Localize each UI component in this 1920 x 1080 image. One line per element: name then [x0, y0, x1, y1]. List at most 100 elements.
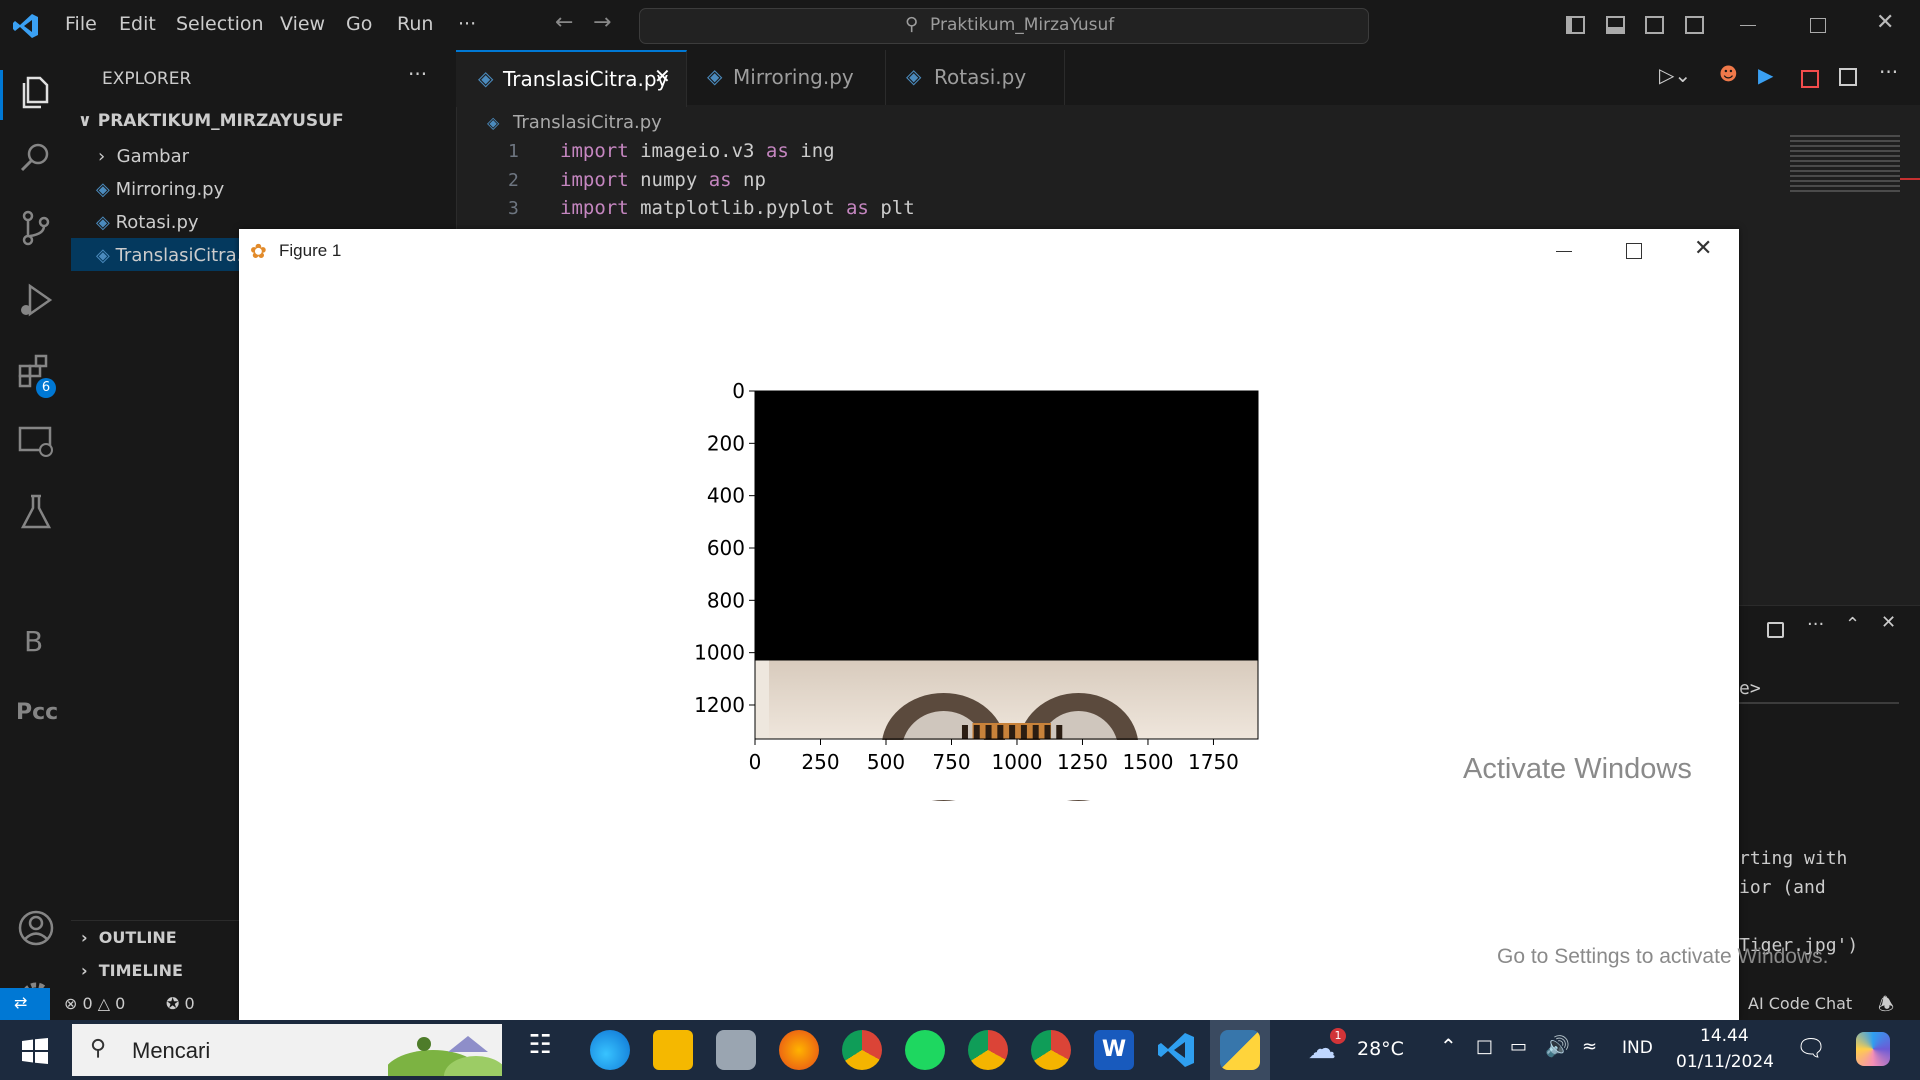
- copilot-icon[interactable]: ☻: [1719, 64, 1738, 85]
- menu-selection[interactable]: Selection: [176, 13, 264, 35]
- y-tick-label: 200: [707, 431, 745, 455]
- tree-folder-gambar[interactable]: › Gambar: [98, 146, 189, 167]
- tab-translasicitra[interactable]: ◈ TranslasiCitra.py ✕: [456, 50, 687, 107]
- weather-badge: 1: [1330, 1028, 1346, 1044]
- clock-time[interactable]: 14.44: [1700, 1026, 1749, 1046]
- restore-icon[interactable]: [1810, 18, 1826, 33]
- remote-explorer-icon[interactable]: [16, 422, 56, 462]
- python-cc-icon[interactable]: P​cc: [16, 700, 58, 725]
- toggle-panel-icon[interactable]: [1606, 16, 1625, 34]
- back-arrow-icon[interactable]: ←: [555, 10, 573, 35]
- explorer-files-icon[interactable]: [16, 72, 56, 112]
- breadcrumb[interactable]: TranslasiCitra.py: [513, 112, 662, 133]
- timeline-section[interactable]: › TIMELINE: [81, 961, 183, 980]
- warning-icon: △: [97, 994, 116, 1013]
- x-tick-label: 250: [801, 750, 839, 774]
- volume-icon[interactable]: 🔊: [1545, 1034, 1570, 1058]
- stop-icon[interactable]: [1801, 70, 1819, 88]
- battery-icon[interactable]: ▭: [1510, 1036, 1527, 1057]
- testing-flask-icon[interactable]: [16, 492, 56, 532]
- problems-indicator[interactable]: ⊗ 0 △ 0: [64, 994, 125, 1013]
- minimize-icon[interactable]: [1740, 25, 1756, 26]
- tree-file-rotasi[interactable]: ◈ Rotasi.py: [96, 212, 199, 233]
- show-hidden-icons-chevron-icon[interactable]: ⌃: [1440, 1034, 1457, 1058]
- task-view-icon[interactable]: ☷: [520, 1030, 560, 1070]
- menu-view[interactable]: View: [280, 13, 325, 35]
- broadcast-icon: ✪: [166, 994, 185, 1013]
- terminal-line: ior (and: [1739, 877, 1826, 898]
- code-line[interactable]: import matplotlib.pyplot as plt: [560, 197, 915, 219]
- tree-file-mirroring[interactable]: ◈ Mirroring.py: [96, 179, 224, 200]
- copilot-taskbar-icon[interactable]: [1856, 1032, 1890, 1066]
- weather-temperature[interactable]: 28°C: [1357, 1038, 1404, 1060]
- vscode-logo-icon[interactable]: [12, 12, 40, 40]
- search-icon: ⚲: [905, 14, 919, 35]
- meet-now-icon[interactable]: □: [1476, 1036, 1493, 1057]
- run-debug-icon[interactable]: [16, 280, 56, 320]
- divider: [1739, 702, 1899, 704]
- command-center-search[interactable]: ⚲ Praktikum_MirzaYusuf: [639, 8, 1369, 44]
- customize-layout-icon[interactable]: [1685, 16, 1704, 34]
- chrome-icon[interactable]: [842, 1030, 882, 1070]
- clock-date[interactable]: 01/11/2024: [1676, 1052, 1774, 1072]
- menu-edit[interactable]: Edit: [119, 13, 156, 35]
- toggle-secondary-sidebar-icon[interactable]: [1645, 16, 1664, 34]
- remote-indicator[interactable]: ⇄: [0, 988, 50, 1020]
- menu-run[interactable]: Run: [397, 13, 433, 35]
- tab-mirroring[interactable]: ◈ Mirroring.py: [687, 50, 886, 105]
- folder-root[interactable]: ∨ PRAKTIKUM_MIRZAYUSUF: [78, 111, 344, 131]
- search-icon[interactable]: [16, 138, 56, 178]
- windows-taskbar: ⚲ Mencari ☷ W ☁ 1 28°C ⌃ □ ▭ 🔊 ≈ IND 14.…: [0, 1020, 1920, 1080]
- minimap[interactable]: [1790, 135, 1900, 195]
- python-app-icon[interactable]: [1220, 1030, 1260, 1070]
- lock-icon[interactable]: [1767, 622, 1784, 638]
- menu-file[interactable]: File: [65, 13, 97, 35]
- more-actions-icon[interactable]: ···: [1807, 614, 1824, 635]
- file-explorer-icon[interactable]: [653, 1030, 693, 1070]
- explorer-more-icon[interactable]: ···: [408, 62, 427, 86]
- line-number: 2: [508, 170, 519, 191]
- run-file-icon[interactable]: ▷⌄: [1659, 63, 1691, 87]
- x-tick-label: 750: [932, 750, 970, 774]
- notifications-bell-icon[interactable]: 🕭: [1878, 992, 1894, 1022]
- image-black-region: [755, 391, 1258, 661]
- wifi-icon[interactable]: ≈: [1582, 1036, 1597, 1057]
- notification-center-icon[interactable]: 🗨: [1796, 1034, 1826, 1062]
- tab-rotasi[interactable]: ◈ Rotasi.py: [886, 50, 1065, 105]
- vscode-taskbar-icon[interactable]: [1157, 1030, 1197, 1070]
- outline-section[interactable]: › OUTLINE: [81, 928, 177, 947]
- ai-code-chat[interactable]: AI Code Chat: [1748, 994, 1852, 1013]
- split-editor-icon[interactable]: [1839, 68, 1857, 86]
- edge-browser-icon[interactable]: [590, 1030, 630, 1070]
- close-panel-icon[interactable]: ✕: [1881, 612, 1896, 633]
- terminal-panel: ··· ⌃ ✕ e> rting with ior (and Tiger.jpg…: [1739, 605, 1920, 989]
- close-tab-icon[interactable]: ✕: [654, 64, 671, 88]
- camera-app-icon[interactable]: [716, 1030, 756, 1070]
- tiger-stripe: [1056, 725, 1063, 739]
- run-preview-icon[interactable]: ▶: [1758, 63, 1773, 87]
- ports-indicator[interactable]: ✪ 0: [166, 994, 195, 1013]
- code-line[interactable]: import numpy as np: [560, 169, 766, 191]
- menu-go[interactable]: Go: [346, 13, 372, 35]
- account-icon[interactable]: [16, 908, 56, 948]
- chrome-profile-2-icon[interactable]: [1031, 1030, 1071, 1070]
- firefox-icon[interactable]: [779, 1030, 819, 1070]
- chrome-profile-icon[interactable]: [968, 1030, 1008, 1070]
- more-actions-icon[interactable]: ···: [1879, 60, 1898, 84]
- line-number: 3: [508, 198, 519, 219]
- spotify-icon[interactable]: [905, 1030, 945, 1070]
- python-file-icon: ◈: [487, 113, 500, 132]
- chevron-right-icon: ›: [81, 928, 99, 947]
- taskbar-search[interactable]: ⚲ Mencari: [72, 1024, 502, 1076]
- windows-start-icon[interactable]: [22, 1038, 48, 1064]
- menu-more[interactable]: ···: [458, 13, 476, 35]
- bookmark-b-icon[interactable]: B: [24, 625, 43, 658]
- maximize-panel-icon[interactable]: ⌃: [1845, 614, 1860, 635]
- forward-arrow-icon[interactable]: →: [593, 10, 611, 35]
- word-icon[interactable]: W: [1094, 1030, 1134, 1070]
- close-window-icon[interactable]: ✕: [1876, 10, 1894, 35]
- language-indicator[interactable]: IND: [1622, 1038, 1653, 1058]
- toggle-sidebar-icon[interactable]: [1566, 16, 1585, 34]
- source-control-icon[interactable]: [16, 208, 56, 248]
- code-line[interactable]: import imageio.v3 as ing: [560, 140, 835, 162]
